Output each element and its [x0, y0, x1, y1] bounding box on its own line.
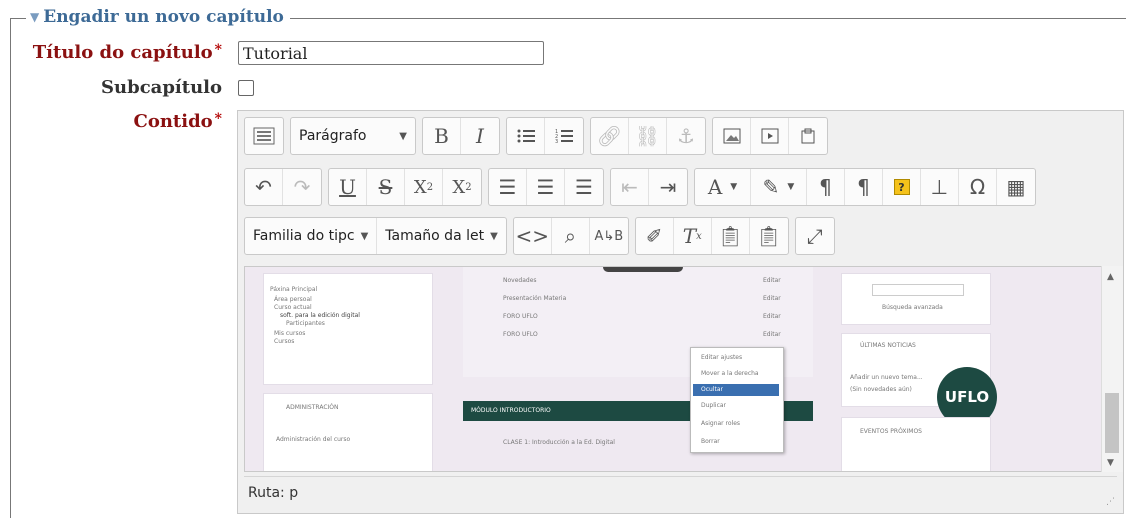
toolbar-row-2: ↶ ↷ U S X2 X2 ☰ ☰ ☰ ⇤ ⇥ A ▼ ✎ ▼ ¶ ¶ ? ⊥ Ω … — [244, 168, 1042, 206]
class-item: CLASE 1: Introducción a la Ed. Digital — [503, 439, 615, 446]
ltr-icon[interactable]: ¶ — [807, 169, 845, 205]
subchapter-label: Subcapítulo — [101, 77, 222, 98]
font-size-select[interactable]: Tamaño da let ▼ — [377, 218, 506, 254]
replace-icon[interactable]: A↳B — [590, 218, 628, 254]
unlink-icon[interactable]: ⛓︎ — [629, 118, 667, 154]
toolbar-row-1: Parágrafo ▼ B I 123 🔗︎ ⛓︎ ⚓︎ — [244, 117, 834, 155]
nav-item: Área persoal — [274, 296, 312, 303]
link-icon[interactable]: 🔗︎ — [591, 118, 629, 154]
edit-link: Editar — [763, 313, 781, 320]
indent-icon[interactable]: ⇥ — [649, 169, 687, 205]
scroll-down-icon[interactable]: ▼ — [1107, 458, 1114, 468]
scroll-up-icon[interactable]: ▲ — [1107, 272, 1114, 282]
fieldset-border-left — [10, 18, 11, 518]
admin-title: ADMINISTRACIÓN — [286, 404, 339, 411]
anchor-icon[interactable]: ⚓︎ — [667, 118, 705, 154]
fieldset-legend[interactable]: ▼ Engadir un novo capítulo — [26, 7, 290, 27]
chapter-title-input[interactable] — [238, 41, 544, 65]
paste-word-icon[interactable]: 📋︎ — [750, 218, 788, 254]
edit-link: Editar — [763, 295, 781, 302]
font-family-select[interactable]: Familia do tipc ▼ — [245, 218, 378, 254]
nav-item: soft. para la edición digital — [280, 312, 360, 319]
strikethrough-icon[interactable]: S — [367, 169, 405, 205]
subscript-icon[interactable]: X2 — [405, 169, 443, 205]
undo-icon[interactable]: ↶ — [245, 169, 283, 205]
editor-scrollbar[interactable]: ▲ ▼ — [1101, 266, 1123, 472]
subchapter-checkbox[interactable] — [238, 80, 254, 96]
forum-item: FORO UFLO — [503, 313, 538, 320]
scroll-thumb[interactable] — [1105, 393, 1119, 453]
edit-link: Editar — [763, 331, 781, 338]
image-icon[interactable] — [713, 118, 751, 154]
editor-content[interactable]: Páxina Principal Área persoal Curso actu… — [244, 266, 1102, 472]
nav-item: Participantes — [286, 320, 325, 327]
help-icon[interactable]: ? — [883, 169, 921, 205]
resize-grip-icon[interactable]: ⋰ — [1106, 497, 1115, 507]
nav-card: Páxina Principal Área persoal Curso actu… — [263, 273, 433, 385]
html-code-icon[interactable]: <> — [514, 218, 552, 254]
path-label: Ruta: p — [248, 485, 299, 501]
forum-item: FORO UFLO — [503, 331, 538, 338]
nav-item: Cursos — [274, 338, 295, 345]
toolbar-toggle-icon[interactable] — [245, 118, 283, 154]
legend-text: Engadir un novo capítulo — [43, 7, 284, 27]
editor-path-bar: Ruta: p ⋰ — [244, 476, 1117, 509]
redo-icon[interactable]: ↷ — [283, 169, 321, 205]
nav-item: Curso actual — [274, 304, 312, 311]
superscript-icon[interactable]: X2 — [443, 169, 481, 205]
underline-icon[interactable]: U — [329, 169, 367, 205]
embedded-screenshot: Páxina Principal Área persoal Curso actu… — [245, 267, 1101, 471]
edit-link: Editar — [763, 277, 781, 284]
insert-equation-icon[interactable]: ⊥ — [921, 169, 959, 205]
rtl-icon[interactable]: ¶ — [845, 169, 883, 205]
media-icon[interactable] — [751, 118, 789, 154]
svg-text:3: 3 — [555, 139, 558, 144]
required-icon: * — [214, 42, 222, 58]
align-right-icon[interactable]: ☰ — [565, 169, 603, 205]
fullscreen-icon[interactable]: ⤢ — [796, 218, 834, 254]
table-icon[interactable]: ▦ — [997, 169, 1035, 205]
nav-item: Mis cursos — [274, 330, 306, 337]
forum-item: Novedades — [503, 277, 537, 284]
required-icon: * — [214, 111, 222, 127]
format-select[interactable]: Parágrafo ▼ — [291, 118, 415, 154]
toolbar-row-3: Familia do tipc ▼ Tamaño da let ▼ <> ⌕ A↳B… — [244, 217, 841, 255]
search-card: Búsqueda avanzada — [841, 273, 991, 325]
manage-files-icon[interactable] — [789, 118, 827, 154]
clean-icon[interactable]: ✐ — [636, 218, 674, 254]
background-color-icon[interactable]: ✎ ▼ — [751, 169, 807, 205]
title-label: Título do capítulo * — [32, 42, 222, 63]
numbered-list-icon[interactable]: 123 — [545, 118, 583, 154]
forum-item: Presentación Materia — [503, 295, 567, 302]
collapse-triangle-icon: ▼ — [30, 10, 40, 24]
nav-item: Páxina Principal — [270, 286, 318, 293]
align-left-icon[interactable]: ☰ — [489, 169, 527, 205]
content-label: Contido * — [133, 111, 223, 132]
bullet-list-icon[interactable] — [507, 118, 545, 154]
paste-text-icon[interactable]: 📋︎ — [712, 218, 750, 254]
clear-formatting-icon[interactable]: Tx — [674, 218, 712, 254]
admin-card: ADMINISTRACIÓN Administración del curso — [263, 393, 433, 471]
text-color-icon[interactable]: A ▼ — [695, 169, 751, 205]
align-center-icon[interactable]: ☰ — [527, 169, 565, 205]
outdent-icon[interactable]: ⇤ — [611, 169, 649, 205]
events-card: EVENTOS PRÓXIMOS — [841, 417, 991, 471]
admin-item: Administración del curso — [276, 436, 351, 443]
context-menu: Editar ajustes Mover a la derecha Oculta… — [690, 347, 784, 453]
special-char-icon[interactable]: Ω — [959, 169, 997, 205]
italic-icon[interactable]: I — [461, 118, 499, 154]
bold-icon[interactable]: B — [423, 118, 461, 154]
find-icon[interactable]: ⌕ — [552, 218, 590, 254]
rich-text-editor[interactable]: Parágrafo▼ B I 123 🔗︎ ⛓︎ ⚓︎ ↶ ↷ U S X2 — [237, 110, 1124, 514]
